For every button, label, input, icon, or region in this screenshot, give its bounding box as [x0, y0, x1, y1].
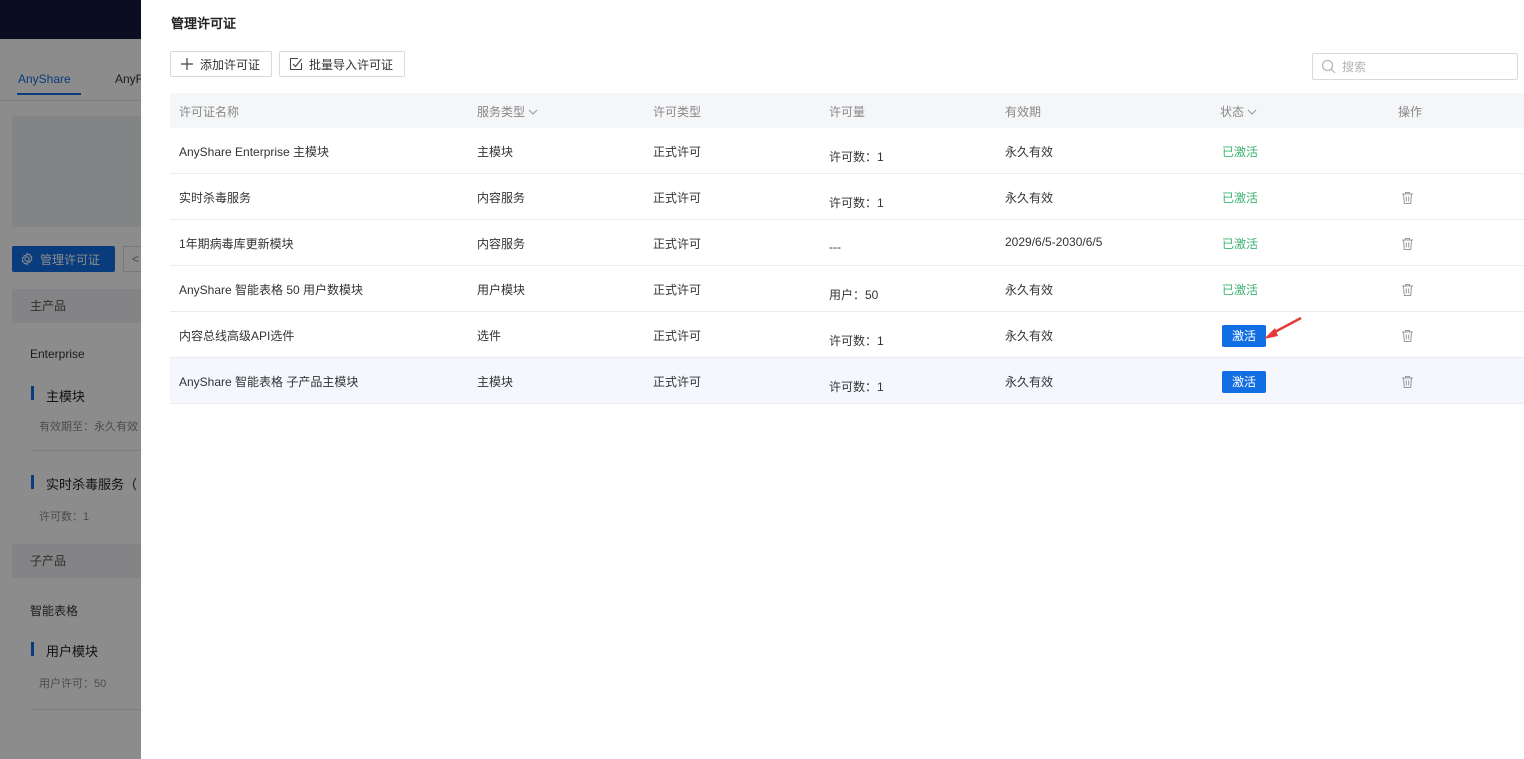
search-icon [1321, 59, 1336, 74]
cell-quantity: 用户：50 [829, 288, 879, 302]
cell-name: AnyShare 智能表格 50 用户数模块 [179, 283, 364, 297]
cell-service-type: 用户模块 [477, 283, 526, 297]
cell-quantity: 许可数：1 [829, 334, 884, 348]
cell-validity: 永久有效 [1005, 375, 1054, 389]
manage-license-drawer: 管理许可证 添加许可证 批量导入许可证 许可证名称 服务类型 许可类型 许可量 … [141, 0, 1524, 759]
status-activated: 已激活 [1222, 237, 1259, 251]
cell-service-type: 选件 [477, 329, 502, 343]
table-row: 实时杀毒服务 内容服务 正式许可 许可数：1 永久有效 已激活 [170, 174, 1524, 220]
cell-quantity: 许可数：1 [829, 196, 884, 210]
cell-license-type: 正式许可 [653, 145, 702, 159]
cell-service-type: 主模块 [477, 145, 514, 159]
cell-validity: 永久有效 [1005, 283, 1054, 297]
chevron-down-icon [1247, 109, 1257, 115]
table-row: 1年期病毒库更新模块 内容服务 正式许可 --- 2029/6/5-2030/6/5 已激… [170, 220, 1524, 266]
header-name: 许可证名称 [179, 105, 240, 119]
batch-import-label: 批量导入许可证 [309, 57, 394, 72]
header-service-type-label: 服务类型 [477, 105, 526, 119]
cell-license-type: 正式许可 [653, 283, 702, 297]
trash-icon[interactable] [1401, 283, 1414, 297]
table-body: AnyShare Enterprise 主模块 主模块 正式许可 许可数：1 永久有效已… [170, 128, 1524, 404]
drawer-title: 管理许可证 [171, 16, 237, 31]
cell-service-type: 内容服务 [477, 191, 526, 205]
add-license-label: 添加许可证 [200, 57, 261, 72]
cell-license-type: 正式许可 [653, 237, 702, 251]
cell-name: 1年期病毒库更新模块 [179, 237, 294, 251]
cell-name: 内容总线高级API选件 [179, 329, 295, 343]
trash-icon[interactable] [1401, 191, 1414, 205]
annotation-arrow-icon [1264, 316, 1302, 339]
batch-import-button[interactable]: 批量导入许可证 [279, 51, 405, 77]
plus-icon [181, 58, 193, 70]
cell-quantity: 许可数：1 [829, 380, 884, 394]
status-activated: 已激活 [1222, 283, 1259, 297]
cell-validity: 永久有效 [1005, 191, 1054, 205]
modal-overlay[interactable] [0, 0, 141, 759]
activate-button[interactable]: 激活 [1222, 371, 1266, 393]
table-row: AnyShare 智能表格 50 用户数模块 用户模块 正式许可 用户：50 永久有效 已… [170, 266, 1524, 312]
header-status[interactable]: 状态 [1220, 103, 1257, 120]
cell-license-type: 正式许可 [653, 375, 702, 389]
activate-button[interactable]: 激活 [1222, 325, 1266, 347]
cell-name: AnyShare 智能表格 子产品主模块 [179, 375, 359, 389]
table-header: 许可证名称 服务类型 许可类型 许可量 有效期 状态 操作 [170, 93, 1524, 128]
cell-validity: 永久有效 [1005, 145, 1054, 159]
header-license-type: 许可类型 [653, 105, 702, 119]
cell-service-type: 内容服务 [477, 237, 526, 251]
cell-service-type: 主模块 [477, 375, 514, 389]
trash-icon[interactable] [1401, 375, 1414, 389]
status-activated: 已激活 [1222, 191, 1259, 205]
header-action: 操作 [1398, 105, 1423, 119]
table-row: AnyShare 智能表格 子产品主模块 主模块 正式许可 许可数：1 永久有效 激活 [170, 358, 1524, 404]
search-input[interactable] [1342, 59, 1512, 74]
header-status-label: 状态 [1220, 105, 1245, 119]
cell-validity: 永久有效 [1005, 329, 1054, 343]
cell-name: 实时杀毒服务 [179, 191, 252, 205]
table-row: 内容总线高级API选件 选件 正式许可 许可数：1 永久有效 激活 [170, 312, 1524, 358]
cell-name: AnyShare Enterprise 主模块 [179, 145, 330, 159]
search-box[interactable] [1312, 53, 1518, 80]
cell-validity: 2029/6/5-2030/6/5 [1005, 235, 1103, 249]
add-license-button[interactable]: 添加许可证 [170, 51, 272, 77]
header-validity: 有效期 [1005, 105, 1042, 119]
import-icon [289, 57, 303, 71]
header-quantity: 许可量 [829, 105, 866, 119]
license-table: 许可证名称 服务类型 许可类型 许可量 有效期 状态 操作 AnyShare E… [170, 93, 1524, 404]
header-service-type[interactable]: 服务类型 [477, 103, 538, 120]
trash-icon[interactable] [1401, 237, 1414, 251]
cell-quantity: 许可数：1 [829, 150, 884, 164]
chevron-down-icon [528, 109, 538, 115]
trash-icon[interactable] [1401, 329, 1414, 343]
cell-license-type: 正式许可 [653, 329, 702, 343]
status-activated: 已激活 [1222, 145, 1259, 159]
table-row: AnyShare Enterprise 主模块 主模块 正式许可 许可数：1 永久有效 已… [170, 128, 1524, 174]
cell-quantity: --- [829, 240, 841, 254]
cell-license-type: 正式许可 [653, 191, 702, 205]
